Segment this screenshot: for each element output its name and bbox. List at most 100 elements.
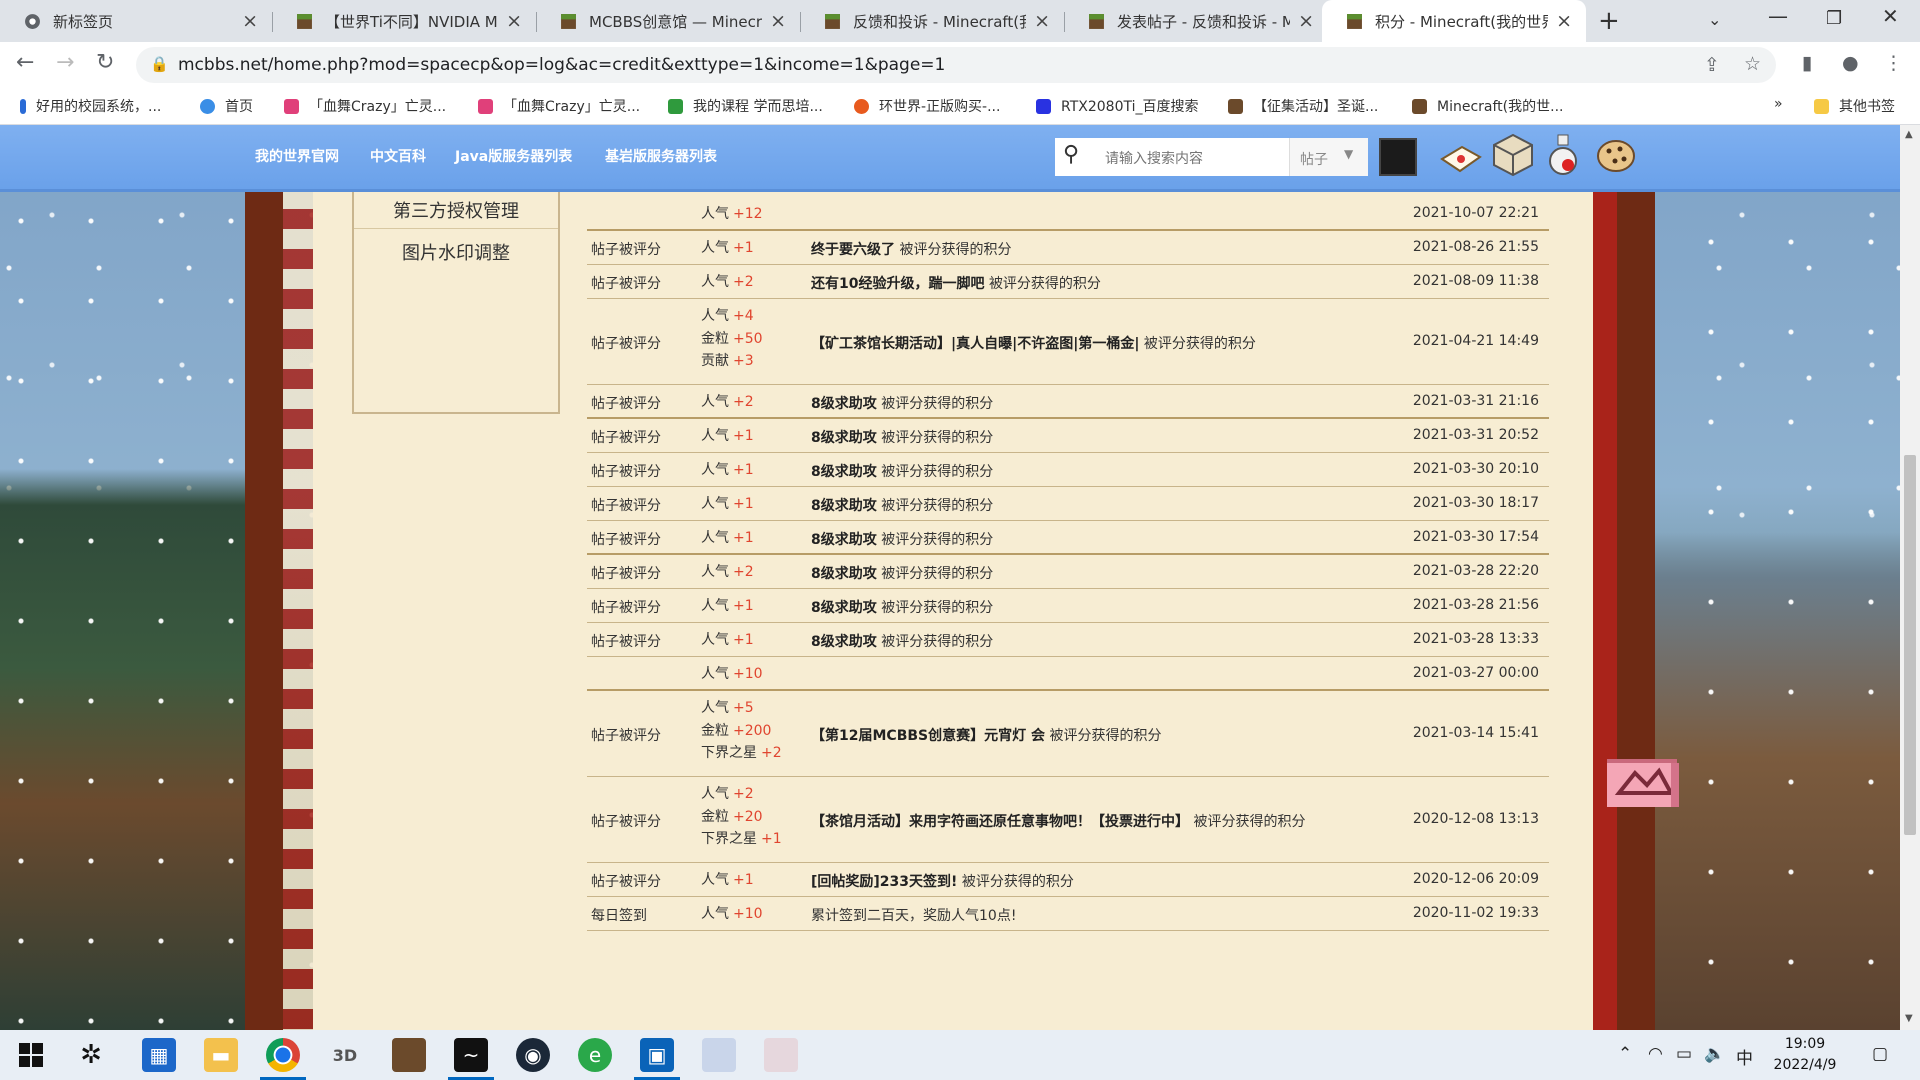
edge-icon[interactable]: e — [578, 1038, 612, 1072]
credit-log-suffix: 被评分获得的积分 — [881, 634, 994, 650]
back-arrow-icon[interactable]: ← — [16, 50, 34, 75]
post-link[interactable]: 8级求助攻 — [811, 634, 877, 650]
tab-nvidia[interactable]: 【世界Ti不同】NVIDIA Mc × — [272, 0, 536, 42]
app-icon[interactable]: ▣ — [634, 1038, 680, 1080]
bookmark-star-icon[interactable]: ☆ — [1744, 53, 1761, 75]
post-link[interactable]: 8级求助攻 — [811, 396, 877, 412]
bookmark-label: 【征集活动】圣诞... — [1253, 99, 1379, 115]
anime-avatar-icon[interactable] — [764, 1038, 798, 1072]
address-bar[interactable]: 🔒 mcbbs.net/home.php?mod=spacecp&op=log&… — [136, 47, 1776, 83]
tab-feedback[interactable]: 反馈和投诉 - Minecraft(我 × — [800, 0, 1064, 42]
tab-post[interactable]: 发表帖子 - 反馈和投诉 - M × — [1064, 0, 1328, 42]
tab-mcbbs-creative[interactable]: MCBBS创意馆 — Minecra × — [536, 0, 800, 42]
close-icon[interactable]: × — [242, 10, 258, 32]
share-icon[interactable]: ⇪ — [1704, 54, 1720, 76]
bookmark-item[interactable]: RTX2080Ti_百度搜索 — [1036, 96, 1199, 116]
close-icon[interactable]: × — [1556, 10, 1572, 32]
app-icon[interactable]: ✲ — [74, 1038, 108, 1072]
other-bookmarks[interactable]: 其他书签 — [1814, 96, 1895, 116]
bookmark-item[interactable]: 我的课程 学而思培... — [668, 96, 823, 116]
file-explorer-icon[interactable]: ▬ — [204, 1038, 238, 1072]
side-menu-item[interactable]: 第三方授权管理 — [354, 197, 558, 223]
menu-kebab-icon[interactable]: ⋮ — [1884, 52, 1903, 74]
block-icon[interactable] — [1492, 133, 1534, 177]
page-scrollbar[interactable]: ▲ ▼ — [1900, 125, 1920, 1030]
nav-link-wiki[interactable]: 中文百科 — [370, 146, 426, 166]
close-window-button[interactable]: ✕ — [1882, 4, 1899, 28]
wifi-icon[interactable]: ◠ — [1648, 1044, 1663, 1064]
minimize-button[interactable]: — — [1768, 4, 1788, 28]
post-link[interactable]: 8级求助攻 — [811, 498, 877, 514]
post-link[interactable]: [回帖奖励]233天签到! — [811, 874, 957, 890]
post-link[interactable]: 8级求助攻 — [811, 600, 877, 616]
minecraft-icon[interactable] — [392, 1038, 426, 1072]
forward-arrow-icon[interactable]: → — [56, 50, 74, 75]
frame-left — [245, 189, 283, 1030]
bookmark-label: 我的课程 学而思培... — [693, 99, 823, 115]
search-input[interactable] — [1103, 149, 1287, 167]
user-avatar[interactable] — [1379, 138, 1417, 176]
tab-search-icon[interactable]: ⌄ — [1708, 10, 1721, 29]
side-menu-item[interactable]: 图片水印调整 — [354, 239, 558, 265]
bookmark-item[interactable]: 环世界-正版购买-... — [854, 96, 1000, 116]
credit-log-detail: [回帖奖励]233天签到! 被评分获得的积分 — [811, 871, 1074, 891]
post-link[interactable]: 终于要六级了 — [811, 242, 895, 258]
windows-start-icon[interactable] — [14, 1038, 48, 1072]
post-link[interactable]: 8级求助攻 — [811, 566, 877, 582]
credit-change-value: +1 — [761, 831, 782, 847]
post-link[interactable]: 8级求助攻 — [811, 430, 877, 446]
app-icon[interactable]: ~ — [448, 1038, 494, 1080]
3d-viewer-icon[interactable]: 3D — [328, 1038, 362, 1072]
tab-credit-active[interactable]: 积分 - Minecraft(我的世界 × — [1322, 0, 1586, 42]
nav-link-bedrock-servers[interactable]: 基岩版服务器列表 — [605, 146, 717, 166]
taskbar-clock[interactable]: 19:09 2022/4/9 — [1760, 1034, 1850, 1076]
nav-link-java-servers[interactable]: Java版服务器列表 — [455, 146, 572, 166]
flag-icon[interactable] — [1607, 753, 1687, 813]
maximize-button[interactable]: ❐ — [1826, 8, 1842, 29]
battery-icon[interactable]: ▭ — [1676, 1044, 1692, 1064]
anime-avatar-icon[interactable] — [702, 1038, 736, 1072]
scrollbar-thumb[interactable] — [1904, 455, 1916, 835]
search-icon[interactable]: ⚲ — [1063, 142, 1079, 167]
new-tab-button[interactable]: + — [1598, 6, 1620, 36]
ime-indicator[interactable]: 中 — [1736, 1044, 1753, 1069]
address-url[interactable]: mcbbs.net/home.php?mod=spacecp&op=log&ac… — [178, 55, 945, 75]
credit-log-time: 2021-08-09 11:38 — [1412, 273, 1539, 289]
lock-icon[interactable]: 🔒 — [150, 55, 169, 73]
potion-icon[interactable] — [1546, 133, 1580, 177]
bookmark-item[interactable]: 首页 — [200, 96, 253, 116]
post-link[interactable]: 8级求助攻 — [811, 532, 877, 548]
scroll-up-icon[interactable]: ▲ — [1905, 129, 1913, 140]
close-icon[interactable]: × — [1298, 10, 1314, 32]
tab-new-tab[interactable]: 新标签页 × — [0, 0, 272, 42]
tray-chevron-icon[interactable]: ⌃ — [1618, 1044, 1632, 1064]
post-link[interactable]: 【第12届MCBBS创意赛】元宵灯 会 — [811, 728, 1045, 744]
close-icon[interactable]: × — [770, 10, 786, 32]
close-icon[interactable]: × — [1034, 10, 1050, 32]
side-panel-icon[interactable]: ▮ — [1802, 52, 1812, 74]
nav-link-official[interactable]: 我的世界官网 — [255, 146, 339, 166]
chrome-icon[interactable] — [260, 1038, 306, 1080]
close-icon[interactable]: × — [506, 10, 522, 32]
steam-icon[interactable]: ◉ — [516, 1038, 550, 1072]
store-icon[interactable]: ▦ — [142, 1038, 176, 1072]
bookmark-item[interactable]: 「血舞Crazy」亡灵... — [478, 96, 640, 116]
bookmark-item[interactable]: 【征集活动】圣诞... — [1228, 96, 1378, 116]
post-link[interactable]: 【茶馆月活动】来用字符画还原任意事物吧！【投票进行中】 — [811, 814, 1189, 830]
notification-icon[interactable]: ▢ — [1872, 1044, 1888, 1064]
bookmark-item[interactable]: 「血舞Crazy」亡灵... — [284, 96, 446, 116]
profile-avatar[interactable]: ● — [1842, 52, 1859, 74]
bookmark-item[interactable]: Minecraft(我的世... — [1412, 96, 1563, 116]
reload-icon[interactable]: ↻ — [96, 50, 114, 75]
search-type-select[interactable]: 帖子 ▼ — [1289, 138, 1368, 176]
post-link[interactable]: 【矿工茶馆长期活动】|真人自曝|不许盗图|第一桶金| — [811, 336, 1139, 352]
cookie-icon[interactable] — [1596, 137, 1636, 175]
volume-icon[interactable]: 🔈 — [1704, 1044, 1725, 1064]
envelope-icon[interactable] — [1440, 141, 1482, 175]
bookmarks-overflow-icon[interactable]: » — [1774, 96, 1783, 112]
post-link[interactable]: 8级求助攻 — [811, 464, 877, 480]
credit-change-name: 人气 — [701, 786, 729, 802]
bookmark-item[interactable]: 好用的校园系统，... — [20, 96, 161, 116]
post-link[interactable]: 还有10经验升级，踹一脚吧 — [811, 276, 984, 292]
scroll-down-icon[interactable]: ▼ — [1905, 1013, 1913, 1024]
